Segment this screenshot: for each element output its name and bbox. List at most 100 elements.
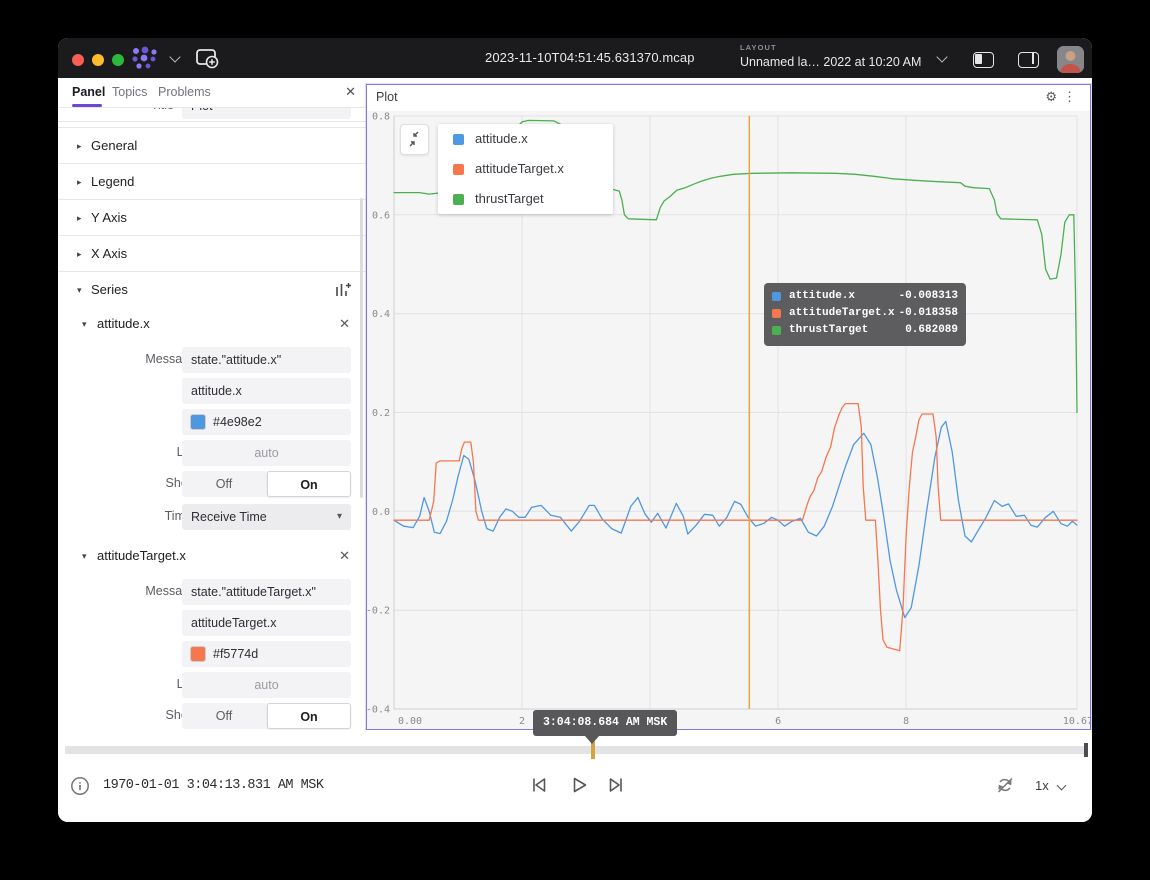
caret-right-icon: ▸ (77, 141, 82, 152)
show-lines-on-button[interactable]: On (267, 471, 351, 497)
current-timestamp[interactable]: 1970-01-01 3:04:13.831 AM MSK (103, 778, 323, 793)
field-color: Color #f5774d (58, 639, 366, 670)
caret-right-icon: ▸ (77, 249, 82, 260)
show-lines-toggle: Off On (182, 703, 351, 729)
info-icon[interactable] (70, 776, 90, 801)
x-tick-label: 10.67 (1063, 716, 1090, 727)
color-input[interactable]: #f5774d (182, 641, 351, 667)
title-field-input[interactable]: Plot (182, 108, 351, 119)
caret-right-icon: ▸ (77, 177, 82, 188)
x-tick-label: 8 (903, 716, 909, 727)
x-tick-label: 2 (519, 716, 525, 727)
label-input[interactable]: attitude.x (182, 378, 351, 404)
playback-bar: 1970-01-01 3:04:13.831 AM MSK (58, 762, 1092, 822)
field-label: Label attitudeTarget.x (58, 608, 366, 639)
legend-item[interactable]: thrustTarget (438, 184, 613, 214)
tab-problems[interactable]: Problems (158, 85, 211, 99)
x-tick-label: 6 (775, 716, 781, 727)
show-lines-on-button[interactable]: On (267, 703, 351, 729)
scrubber-tooltip-tail (585, 736, 599, 744)
tooltip-row: thrustTarget 0.682089 (772, 323, 958, 340)
settings-sidebar: Panel Topics Problems ✕ Title Plot ▸ Gen… (58, 78, 366, 770)
tooltip-row: attitudeTarget.x -0.018358 (772, 306, 958, 323)
series-color-swatch[interactable] (453, 194, 464, 205)
right-sidebar-toggle-icon[interactable] (1018, 52, 1039, 68)
close-window-button[interactable] (72, 54, 84, 66)
layout-chevron-icon[interactable] (936, 51, 947, 62)
data-source-title[interactable]: 2023-11-10T04:51:45.631370.mcap (485, 50, 695, 65)
tooltip-row: attitude.x -0.008313 (772, 289, 958, 306)
speed-chevron-icon[interactable] (1057, 781, 1067, 791)
show-lines-off-button[interactable]: Off (182, 703, 266, 729)
legend-item[interactable]: attitudeTarget.x (438, 154, 613, 184)
clipped-title-row: Title Plot (58, 108, 366, 122)
play-icon[interactable] (568, 774, 590, 801)
section-general[interactable]: ▸ General (58, 127, 366, 163)
close-sidebar-icon[interactable]: ✕ (345, 84, 356, 100)
tab-panel[interactable]: Panel (72, 85, 105, 99)
plot-panel[interactable]: Plot ⚙ ⋮ 0.80.60.40.20.0-0.2-0.40.002468… (366, 84, 1091, 730)
remove-series-icon[interactable]: ✕ (339, 316, 350, 332)
add-panel-icon[interactable] (195, 47, 219, 74)
section-y-axis[interactable]: ▸ Y Axis (58, 199, 366, 235)
color-swatch[interactable] (191, 647, 205, 661)
plot-hover-tooltip: attitude.x -0.008313 attitudeTarget.x -0… (764, 283, 966, 346)
maximize-window-button[interactable] (112, 54, 124, 66)
field-message-path: Message pa… state."attitudeTarget.x" (58, 577, 366, 608)
line-size-input[interactable]: auto (182, 672, 351, 698)
message-path-input[interactable]: state."attitudeTarget.x" (182, 579, 351, 605)
y-tick-label: -0.4 (367, 705, 390, 716)
layout-menu[interactable]: LAYOUT Unnamed la… 2022 at 10:20 AM (740, 43, 921, 69)
gear-icon[interactable]: ⚙ (1045, 89, 1057, 105)
tab-topics[interactable]: Topics (112, 85, 147, 99)
show-lines-off-button[interactable]: Off (182, 471, 266, 497)
section-legend[interactable]: ▸ Legend (58, 163, 366, 199)
left-sidebar-toggle-icon[interactable] (973, 52, 994, 68)
series-color-swatch[interactable] (453, 164, 464, 175)
series-item-title: attitudeTarget.x (97, 548, 186, 563)
y-tick-label: 0.4 (372, 309, 390, 320)
legend-label: attitudeTarget.x (475, 161, 564, 176)
kebab-menu-icon[interactable]: ⋮ (1063, 89, 1076, 105)
minimize-window-button[interactable] (92, 54, 104, 66)
seek-forward-icon[interactable] (605, 774, 627, 801)
series-line-attitudeTarget.x (394, 404, 1077, 651)
sidebar-tabs: Panel Topics Problems ✕ (58, 78, 366, 108)
field-label: Label attitude.x (58, 376, 366, 407)
series-color-swatch[interactable] (453, 134, 464, 145)
section-x-axis[interactable]: ▸ X Axis (58, 235, 366, 271)
app-window: 2023-11-10T04:51:45.631370.mcap LAYOUT U… (58, 38, 1092, 822)
seek-backward-icon[interactable] (528, 774, 550, 801)
collapse-legend-button[interactable] (400, 124, 429, 155)
legend-item[interactable]: attitude.x (438, 124, 613, 154)
color-swatch[interactable] (191, 415, 205, 429)
data-source-chevron-icon[interactable] (169, 51, 180, 62)
section-series[interactable]: ▾ Series (58, 271, 366, 307)
user-avatar[interactable] (1057, 46, 1084, 73)
color-input[interactable]: #4e98e2 (182, 409, 351, 435)
loop-off-icon[interactable] (994, 774, 1016, 801)
chevron-down-icon: ▾ (337, 504, 342, 530)
field-color: Color #4e98e2 (58, 407, 366, 438)
foxglove-logo-icon[interactable] (130, 46, 166, 75)
add-series-icon[interactable] (334, 281, 352, 304)
line-size-input[interactable]: auto (182, 440, 351, 466)
sidebar-scrollbar[interactable] (360, 198, 363, 498)
message-path-input[interactable]: state."attitude.x" (182, 347, 351, 373)
playback-speed[interactable]: 1x (1035, 778, 1049, 793)
show-lines-toggle: Off On (182, 471, 351, 497)
plot-legend: attitude.x attitudeTarget.x thrustTarget (438, 124, 613, 214)
scrubber-time-tooltip: 3:04:08.684 AM MSK (533, 710, 677, 736)
section-legend-label: Legend (91, 174, 134, 189)
scrubber-track[interactable] (65, 746, 1085, 754)
series-item-attitude-x[interactable]: ▾ attitude.x ✕ (58, 307, 366, 341)
color-hex-text: #f5774d (213, 641, 258, 667)
timestamp-select[interactable]: Receive Time ▾ (182, 504, 351, 530)
timestamp-value: Receive Time (191, 510, 267, 524)
remove-series-icon[interactable]: ✕ (339, 548, 350, 564)
series-item-attitude-target-x[interactable]: ▾ attitudeTarget.x ✕ (58, 539, 366, 573)
title-field-label: Title (64, 108, 174, 112)
tooltip-series-value: -0.008313 (899, 290, 958, 302)
color-hex-text: #4e98e2 (213, 409, 262, 435)
label-input[interactable]: attitudeTarget.x (182, 610, 351, 636)
